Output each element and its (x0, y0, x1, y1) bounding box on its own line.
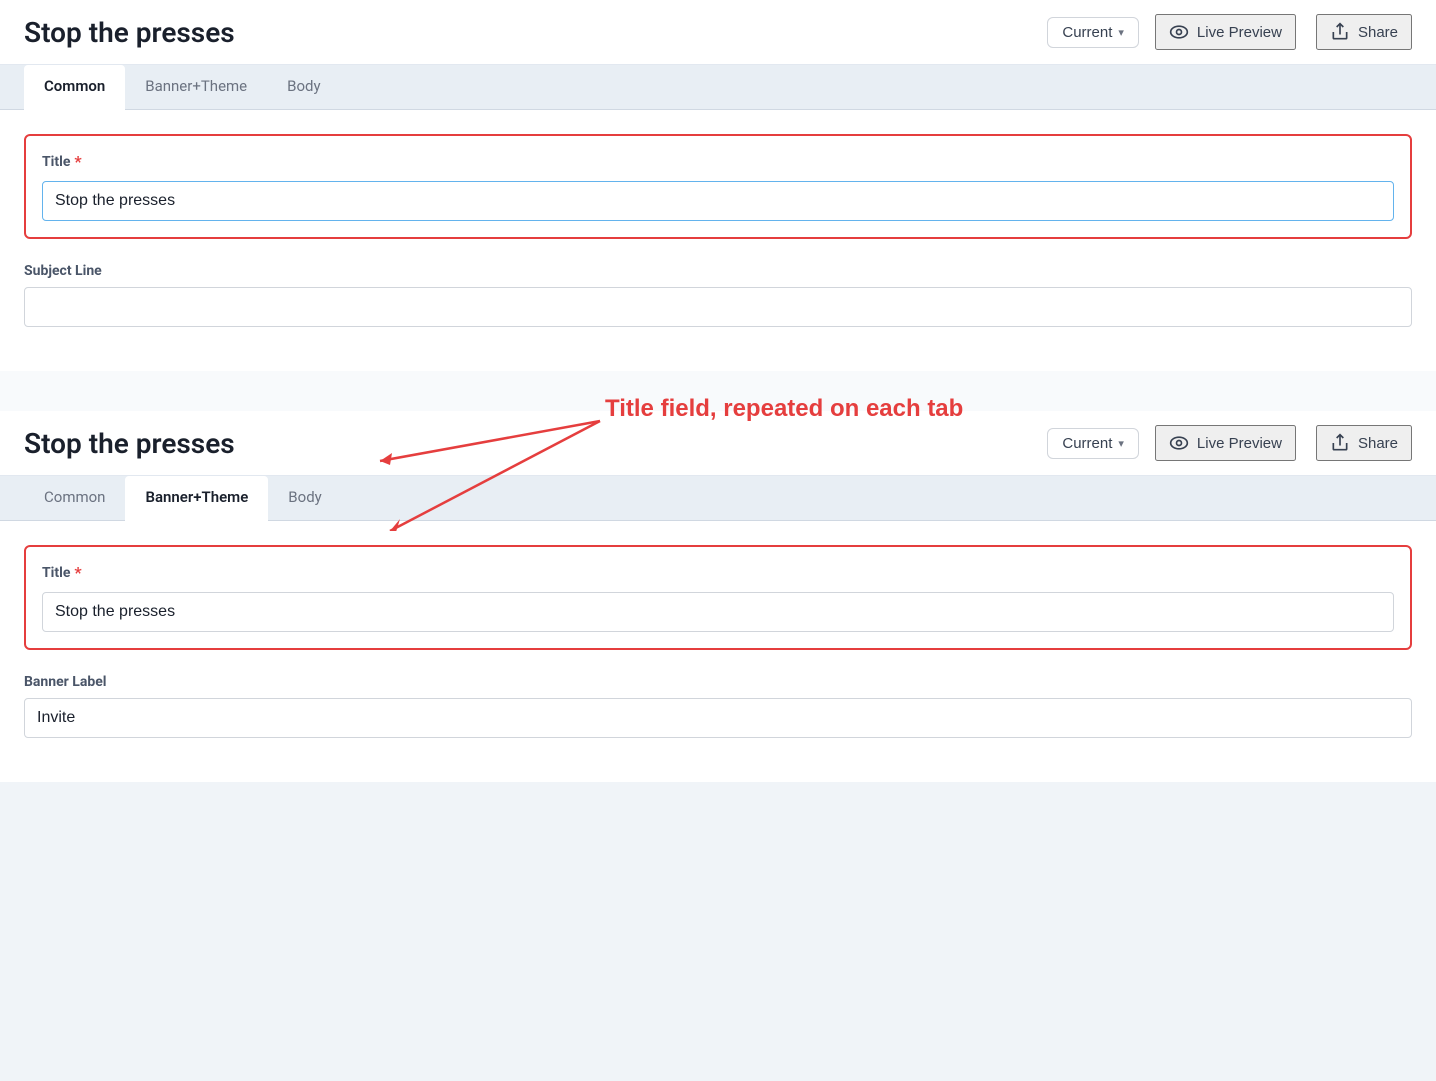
eye-icon-2 (1169, 433, 1189, 453)
section-2: Stop the presses Current ▾ Live Preview (0, 411, 1436, 782)
tab-common-1[interactable]: Common (24, 65, 125, 110)
content-area-2: Title * Banner Label (0, 521, 1436, 782)
subject-line-label-1: Subject Line (24, 263, 1412, 279)
tab-banner-theme-2[interactable]: Banner+Theme (125, 476, 268, 521)
subject-line-input-1[interactable] (24, 287, 1412, 327)
title-label-2: Title * (42, 563, 1394, 582)
share-button-1[interactable]: Share (1316, 14, 1412, 50)
version-dropdown-2[interactable]: Current ▾ (1047, 428, 1139, 459)
page-title-2: Stop the presses (24, 427, 1031, 460)
title-input-2[interactable] (42, 592, 1394, 632)
title-label-1: Title * (42, 152, 1394, 171)
live-preview-label-2: Live Preview (1197, 435, 1282, 452)
version-dropdown-1[interactable]: Current ▾ (1047, 17, 1139, 48)
section-1: Stop the presses Current ▾ Live Preview (0, 0, 1436, 371)
banner-label-label-2: Banner Label (24, 674, 1412, 690)
tab-bar-2: Common Banner+Theme Body (0, 476, 1436, 521)
eye-icon-1 (1169, 22, 1189, 42)
header-actions-1: Live Preview Share (1155, 14, 1412, 50)
main-wrapper: Stop the presses Current ▾ Live Preview (0, 0, 1436, 782)
share-icon-2 (1330, 433, 1350, 453)
header-bar-2: Stop the presses Current ▾ Live Preview (0, 411, 1436, 476)
version-label-2: Current (1062, 435, 1112, 452)
required-star-1: * (74, 152, 81, 171)
share-label-1: Share (1358, 24, 1398, 41)
share-icon-1 (1330, 22, 1350, 42)
live-preview-button-1[interactable]: Live Preview (1155, 14, 1296, 50)
content-area-1: Title * Subject Line (0, 110, 1436, 371)
tab-body-1[interactable]: Body (267, 65, 340, 109)
tab-banner-theme-1[interactable]: Banner+Theme (125, 65, 267, 109)
title-field-group-1: Title * (24, 134, 1412, 239)
tab-body-2[interactable]: Body (268, 476, 341, 520)
header-actions-2: Live Preview Share (1155, 425, 1412, 461)
required-star-2: * (74, 563, 81, 582)
title-field-group-2: Title * (24, 545, 1412, 650)
subject-line-group-1: Subject Line (24, 263, 1412, 327)
page-title-1: Stop the presses (24, 16, 1031, 49)
live-preview-button-2[interactable]: Live Preview (1155, 425, 1296, 461)
version-label-1: Current (1062, 24, 1112, 41)
banner-label-input-2[interactable] (24, 698, 1412, 738)
chevron-down-icon-1: ▾ (1118, 26, 1124, 39)
tab-common-2[interactable]: Common (24, 476, 125, 520)
title-input-1[interactable] (42, 181, 1394, 221)
share-label-2: Share (1358, 435, 1398, 452)
live-preview-label-1: Live Preview (1197, 24, 1282, 41)
share-button-2[interactable]: Share (1316, 425, 1412, 461)
chevron-down-icon-2: ▾ (1118, 437, 1124, 450)
tab-bar-1: Common Banner+Theme Body (0, 65, 1436, 110)
banner-label-group-2: Banner Label (24, 674, 1412, 738)
header-bar-1: Stop the presses Current ▾ Live Preview (0, 0, 1436, 65)
